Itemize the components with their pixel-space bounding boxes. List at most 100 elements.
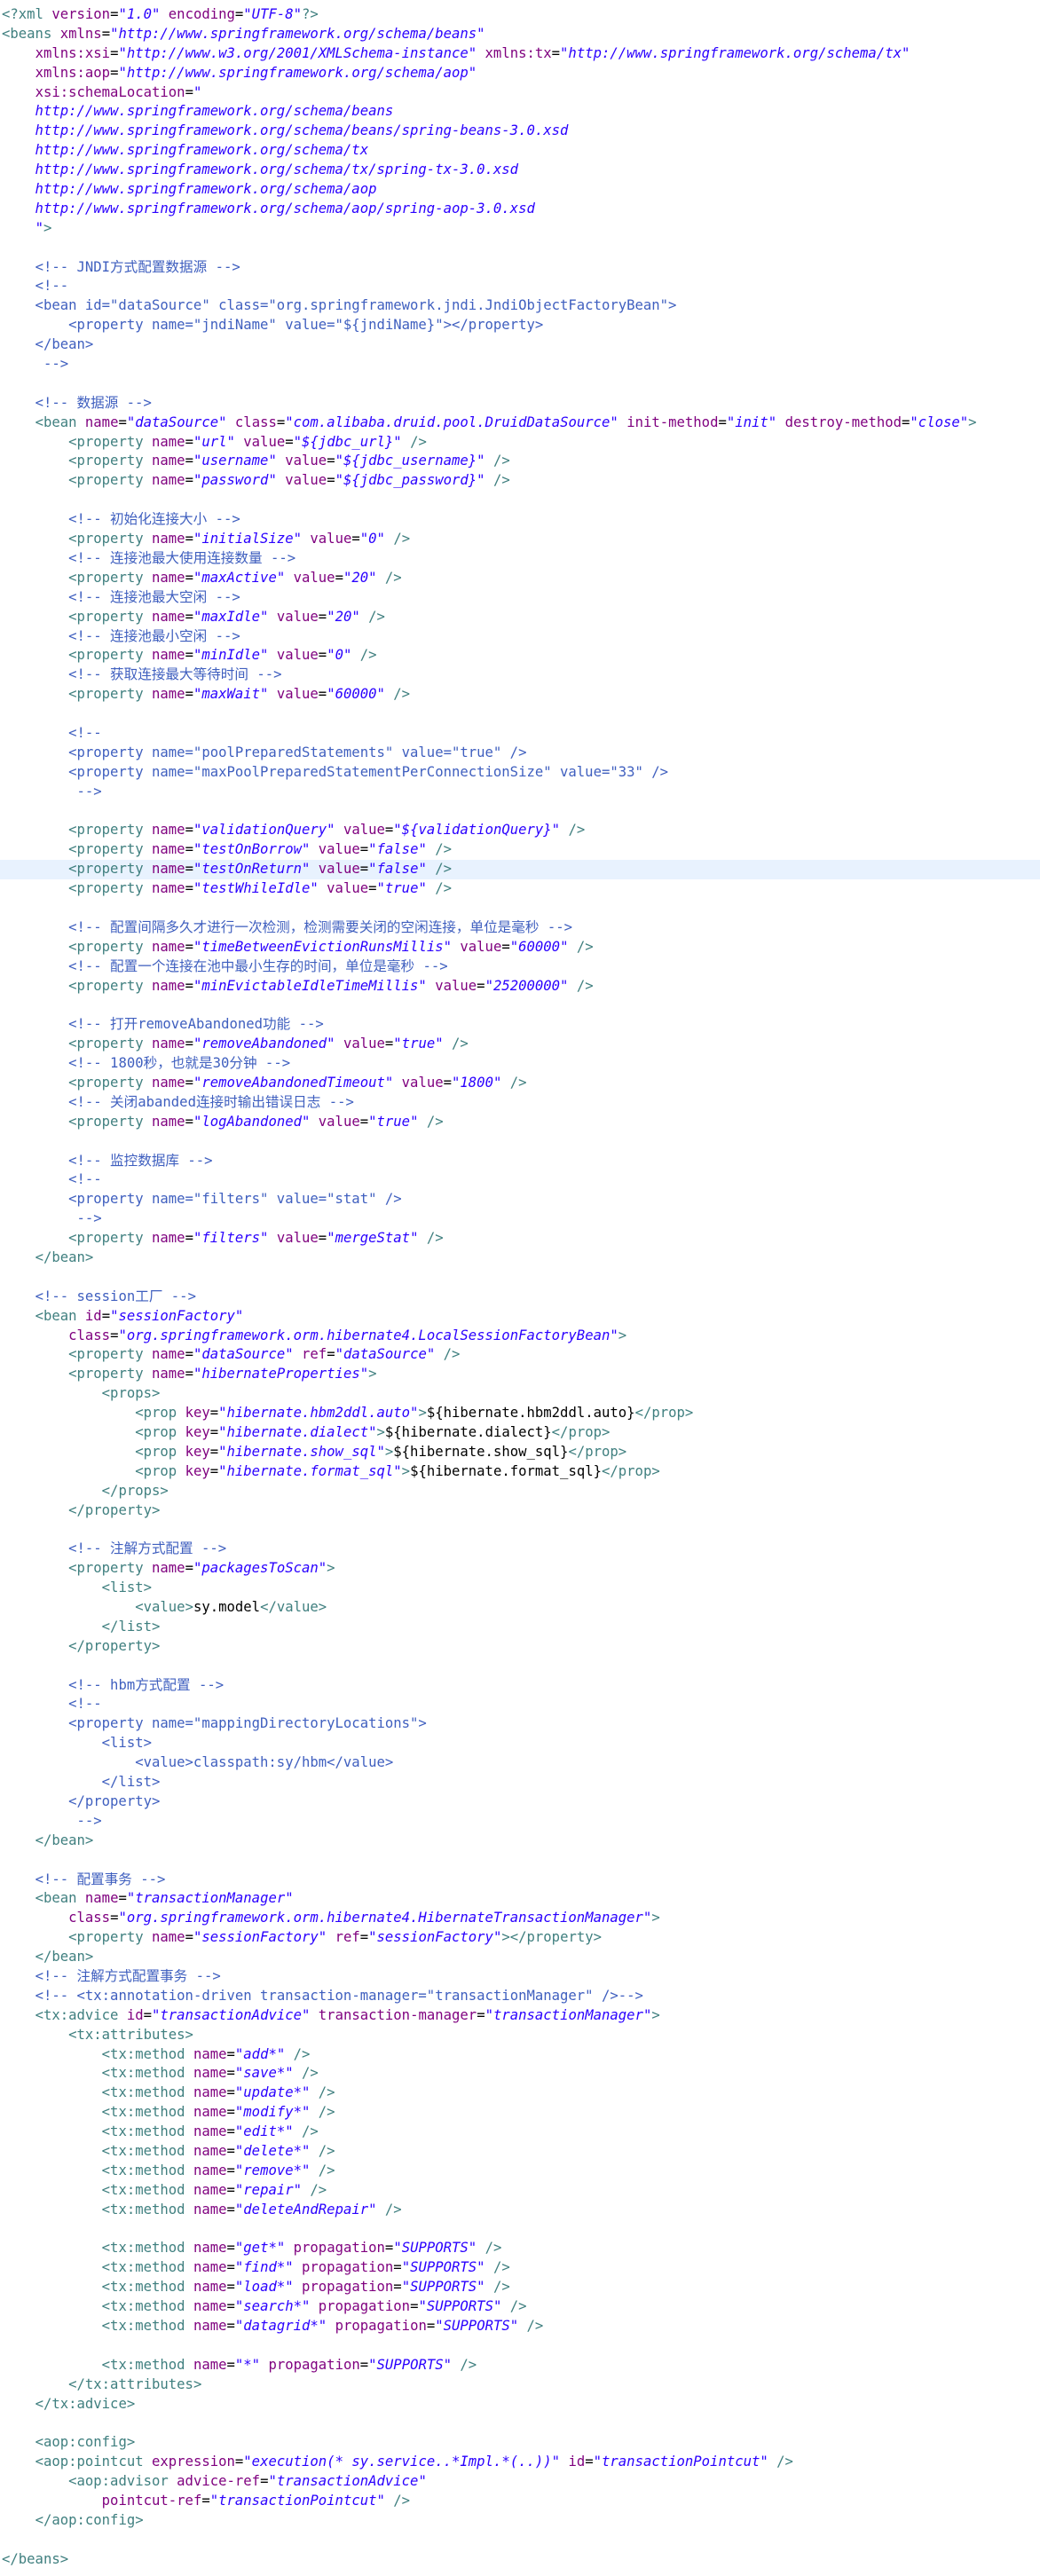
code-value: "logAbandoned": [193, 1113, 311, 1130]
code-tag: <aop:pointcut: [35, 2454, 144, 2470]
code-value: "add*": [234, 2045, 286, 2062]
code-tag: <: [2, 6, 11, 22]
code-attribute: advice-ref: [177, 2473, 261, 2490]
code-tag: <property: [68, 977, 144, 994]
code-value: "hibernate.format_sql": [218, 1462, 402, 1479]
code-line: <property name="maxWait" value="60000" /…: [0, 685, 1040, 705]
code-value: "20": [327, 608, 360, 625]
code-attribute: name: [193, 2181, 227, 2198]
code-value: "SUPPORTS": [401, 2259, 485, 2276]
code-value: "hibernate.show_sql": [218, 1443, 385, 1460]
code-line: <property name="poolPreparedStatements" …: [0, 744, 1040, 763]
code-line: <!-- 注解方式配置事务 -->: [0, 1967, 1040, 1987]
code-attribute: id: [126, 2006, 144, 2023]
code-tag: />: [460, 2356, 477, 2373]
code-comment: </bean>: [2, 336, 94, 353]
code-attribute: name: [152, 1929, 185, 1946]
code-attribute: value: [343, 1036, 385, 1052]
code-attribute: init-method: [626, 414, 719, 430]
code-tag: <tx:method: [101, 2181, 185, 2198]
code-value: "url": [193, 433, 235, 450]
code-value: "testWhileIdle": [193, 880, 319, 897]
code-comment: -->: [2, 356, 69, 373]
code-tag: />: [384, 569, 402, 586]
code-value: "20": [343, 569, 377, 586]
code-line: <tx:method name="save*" />: [0, 2064, 1040, 2084]
code-tag: >: [618, 1327, 627, 1343]
code-comment: <!-- 连接池最小空闲 -->: [68, 627, 240, 644]
code-value: "org.springframework.orm.hibernate4.Hibe…: [118, 1910, 652, 1926]
code-value: "org.springframework.orm.hibernate4.Loca…: [118, 1327, 618, 1343]
code-value: "${validationQuery}": [393, 822, 561, 839]
code-comment: -->: [2, 1812, 102, 1829]
code-value: "minEvictableIdleTimeMillis": [193, 977, 427, 994]
code-line: <property name="jndiName" value="${jndiN…: [0, 316, 1040, 335]
code-line: <!-- JNDI方式配置数据源 -->: [0, 258, 1040, 278]
code-attribute: name: [152, 841, 185, 858]
code-line: <!-- 连接池最大空闲 -->: [0, 588, 1040, 608]
code-line: <!-- hbm方式配置 -->: [0, 1676, 1040, 1696]
code-line: <beans xmlns="http://www.springframework…: [2, 25, 485, 42]
code-value: "save*": [234, 2065, 294, 2082]
code-tag: <property: [68, 1929, 144, 1946]
code-line: <property name="testOnReturn" value="fal…: [0, 860, 1040, 880]
code-tag: >: [384, 1443, 394, 1460]
code-value: http://www.springframework.org/schema/ao…: [2, 181, 377, 198]
code-tag: />: [492, 2279, 510, 2296]
code-line: http://www.springframework.org/schema/be…: [0, 102, 1040, 122]
code-tag: />: [435, 880, 453, 897]
code-attribute: value: [276, 608, 319, 625]
code-tag: <value: [135, 1599, 185, 1616]
code-attribute: name: [193, 2298, 227, 2315]
code-tag: >: [651, 1462, 660, 1479]
code-tag: />: [776, 2454, 793, 2470]
code-tag: />: [318, 2142, 335, 2159]
code-attribute: value: [318, 841, 360, 858]
code-attribute: name: [152, 977, 185, 994]
code-comment: <!-- 连接池最大空闲 -->: [68, 588, 240, 605]
code-value: "transactionManager": [126, 1890, 294, 1907]
code-line: <!-- 1800秒，也就是30分钟 -->: [0, 1054, 1040, 1074]
code-tag: ?xml: [10, 6, 43, 22]
code-line: ">: [0, 219, 1040, 239]
code-tag: <tx:method: [101, 2142, 185, 2159]
code-comment: <property name="maxPoolPreparedStatement…: [2, 763, 669, 780]
code-tag: />: [509, 2298, 527, 2315]
code-tag: </tx:attributes: [68, 2375, 193, 2392]
code-attribute: value: [343, 822, 385, 839]
code-tag: <property: [68, 453, 144, 469]
code-attribute: key: [185, 1462, 210, 1479]
code-attribute: key: [185, 1443, 210, 1460]
code-text: ${hibernate.hbm2ddl.auto}: [426, 1405, 635, 1422]
code-attribute: name: [193, 2142, 227, 2159]
code-tag: <property: [68, 569, 144, 586]
code-comment: <!-- 获取连接最大等待时间 -->: [68, 666, 282, 683]
code-line: <property name="removeAbandonedTimeout" …: [0, 1074, 1040, 1093]
code-line: <!-- 注解方式配置 -->: [0, 1540, 1040, 1559]
code-line: class="org.springframework.orm.hibernate…: [68, 1327, 627, 1343]
code-tag: <property: [68, 433, 144, 450]
code-editor[interactable]: <?xml version="1.0" encoding="UTF-8"?> <b…: [0, 0, 1040, 2570]
code-value: "SUPPORTS": [368, 2356, 453, 2373]
code-line: </property>: [0, 1792, 1040, 1812]
code-tag: >: [152, 1501, 161, 1518]
code-line: class="org.springframework.orm.hibernate…: [68, 1910, 660, 1926]
code-tag: <property: [68, 1346, 144, 1363]
code-value: "http://www.springframework.org/schema/t…: [560, 44, 910, 61]
code-tag: </tx:advice: [35, 2395, 127, 2412]
code-comment: <!-- 连接池最大使用连接数量 -->: [68, 549, 296, 566]
code-tag: />: [318, 2084, 335, 2101]
code-text: ${hibernate.format_sql}: [410, 1462, 602, 1479]
